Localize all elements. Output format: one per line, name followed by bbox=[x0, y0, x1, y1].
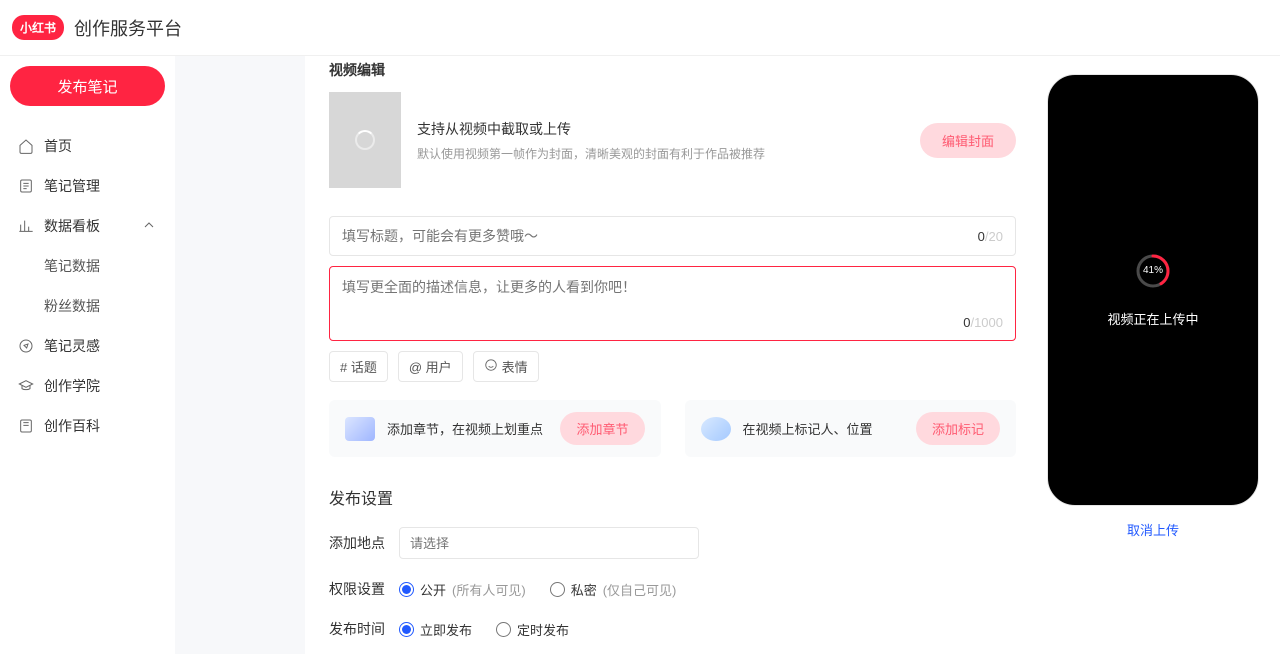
sidebar-item-fans-data[interactable]: 粉丝数据 bbox=[10, 286, 165, 326]
compass-icon bbox=[18, 338, 34, 354]
marker-card: 在视频上标记人、位置 添加标记 bbox=[685, 400, 1017, 457]
sidebar-item-home[interactable]: 首页 bbox=[10, 126, 165, 166]
note-icon bbox=[18, 178, 34, 194]
cover-thumbnail bbox=[329, 92, 401, 188]
app-header: 小红书 创作服务平台 bbox=[0, 0, 1280, 56]
sidebar-item-label: 笔记管理 bbox=[44, 176, 100, 196]
sidebar-item-label: 数据看板 bbox=[44, 216, 100, 236]
description-counter: 0/1000 bbox=[963, 315, 1003, 330]
upload-progress-ring: 41% bbox=[1135, 253, 1171, 289]
smile-icon bbox=[484, 358, 498, 375]
publish-scheduled-radio[interactable]: 定时发布 bbox=[496, 620, 569, 639]
sidebar-item-label: 创作百科 bbox=[44, 416, 100, 436]
cancel-upload-button[interactable]: 取消上传 bbox=[1127, 520, 1179, 539]
sidebar-item-academy[interactable]: 创作学院 bbox=[10, 366, 165, 406]
permission-row: 权限设置 公开(所有人可见) 私密(仅自己可见) bbox=[329, 579, 1016, 599]
preview-column: 41% 视频正在上传中 取消上传 bbox=[1040, 56, 1280, 654]
topic-button[interactable]: # 话题 bbox=[329, 351, 388, 382]
spacer-column bbox=[175, 56, 305, 654]
upload-status-text: 视频正在上传中 bbox=[1107, 309, 1198, 328]
description-wrap: 0/1000 bbox=[329, 266, 1016, 341]
marker-text: 在视频上标记人、位置 bbox=[743, 419, 904, 438]
cover-row: 支持从视频中截取或上传 默认使用视频第一帧作为封面，清晰美观的封面有利于作品被推… bbox=[329, 92, 1016, 188]
tag-row: # 话题 @ 用户 表情 bbox=[329, 351, 1016, 382]
publish-time-row: 发布时间 立即发布 定时发布 bbox=[329, 619, 1016, 639]
add-marker-button[interactable]: 添加标记 bbox=[916, 412, 1000, 445]
book-icon bbox=[18, 418, 34, 434]
emoji-button[interactable]: 表情 bbox=[473, 351, 539, 382]
chart-icon bbox=[18, 218, 34, 234]
sidebar-item-label: 笔记灵感 bbox=[44, 336, 100, 356]
home-icon bbox=[18, 138, 34, 154]
cover-desc: 默认使用视频第一帧作为封面，清晰美观的封面有利于作品被推荐 bbox=[417, 145, 765, 162]
sidebar: 发布笔记 首页 笔记管理 数据看板 笔记数据 粉丝数据 bbox=[0, 56, 175, 654]
location-label: 添加地点 bbox=[329, 533, 399, 553]
feature-row: 添加章节，在视频上划重点 添加章节 在视频上标记人、位置 添加标记 bbox=[329, 400, 1016, 457]
publish-time-label: 发布时间 bbox=[329, 619, 399, 639]
location-row: 添加地点 bbox=[329, 527, 1016, 559]
cover-title: 支持从视频中截取或上传 bbox=[417, 119, 765, 139]
sidebar-item-notes[interactable]: 笔记管理 bbox=[10, 166, 165, 206]
sidebar-item-note-data[interactable]: 笔记数据 bbox=[10, 246, 165, 286]
sidebar-item-inspiration[interactable]: 笔记灵感 bbox=[10, 326, 165, 366]
platform-title: 创作服务平台 bbox=[74, 15, 182, 41]
chapter-card: 添加章节，在视频上划重点 添加章节 bbox=[329, 400, 661, 457]
permission-private-radio[interactable]: 私密(仅自己可见) bbox=[550, 580, 677, 599]
publish-note-button[interactable]: 发布笔记 bbox=[10, 66, 165, 106]
location-input[interactable] bbox=[399, 527, 699, 559]
sidebar-item-dashboard[interactable]: 数据看板 bbox=[10, 206, 165, 246]
loading-spinner-icon bbox=[355, 130, 375, 150]
title-counter: 0/20 bbox=[978, 229, 1003, 244]
sidebar-item-label: 首页 bbox=[44, 136, 72, 156]
title-input-wrap: 0/20 bbox=[329, 216, 1016, 256]
marker-icon bbox=[701, 417, 731, 441]
mention-user-button[interactable]: @ 用户 bbox=[398, 351, 463, 382]
edit-cover-button[interactable]: 编辑封面 bbox=[920, 123, 1016, 158]
logo: 小红书 bbox=[12, 15, 64, 40]
main-content: 视频编辑 支持从视频中截取或上传 默认使用视频第一帧作为封面，清晰美观的封面有利… bbox=[305, 56, 1040, 654]
chevron-up-icon bbox=[141, 217, 157, 236]
phone-preview: 41% 视频正在上传中 bbox=[1047, 74, 1259, 506]
video-edit-section-title: 视频编辑 bbox=[329, 56, 1016, 92]
chapter-text: 添加章节，在视频上划重点 bbox=[387, 419, 548, 438]
sidebar-item-label: 创作学院 bbox=[44, 376, 100, 396]
cover-info: 支持从视频中截取或上传 默认使用视频第一帧作为封面，清晰美观的封面有利于作品被推… bbox=[417, 119, 765, 162]
permission-public-radio[interactable]: 公开(所有人可见) bbox=[399, 580, 526, 599]
publish-settings-title: 发布设置 bbox=[329, 485, 1016, 509]
chapter-icon bbox=[345, 417, 375, 441]
description-input[interactable] bbox=[342, 277, 1003, 315]
permission-label: 权限设置 bbox=[329, 579, 399, 599]
progress-percent: 41% bbox=[1135, 253, 1171, 289]
publish-now-radio[interactable]: 立即发布 bbox=[399, 620, 472, 639]
sidebar-item-label: 粉丝数据 bbox=[44, 296, 100, 316]
sidebar-item-label: 笔记数据 bbox=[44, 256, 100, 276]
graduation-icon bbox=[18, 378, 34, 394]
sidebar-item-wiki[interactable]: 创作百科 bbox=[10, 406, 165, 446]
add-chapter-button[interactable]: 添加章节 bbox=[560, 412, 644, 445]
title-input[interactable] bbox=[342, 228, 978, 244]
